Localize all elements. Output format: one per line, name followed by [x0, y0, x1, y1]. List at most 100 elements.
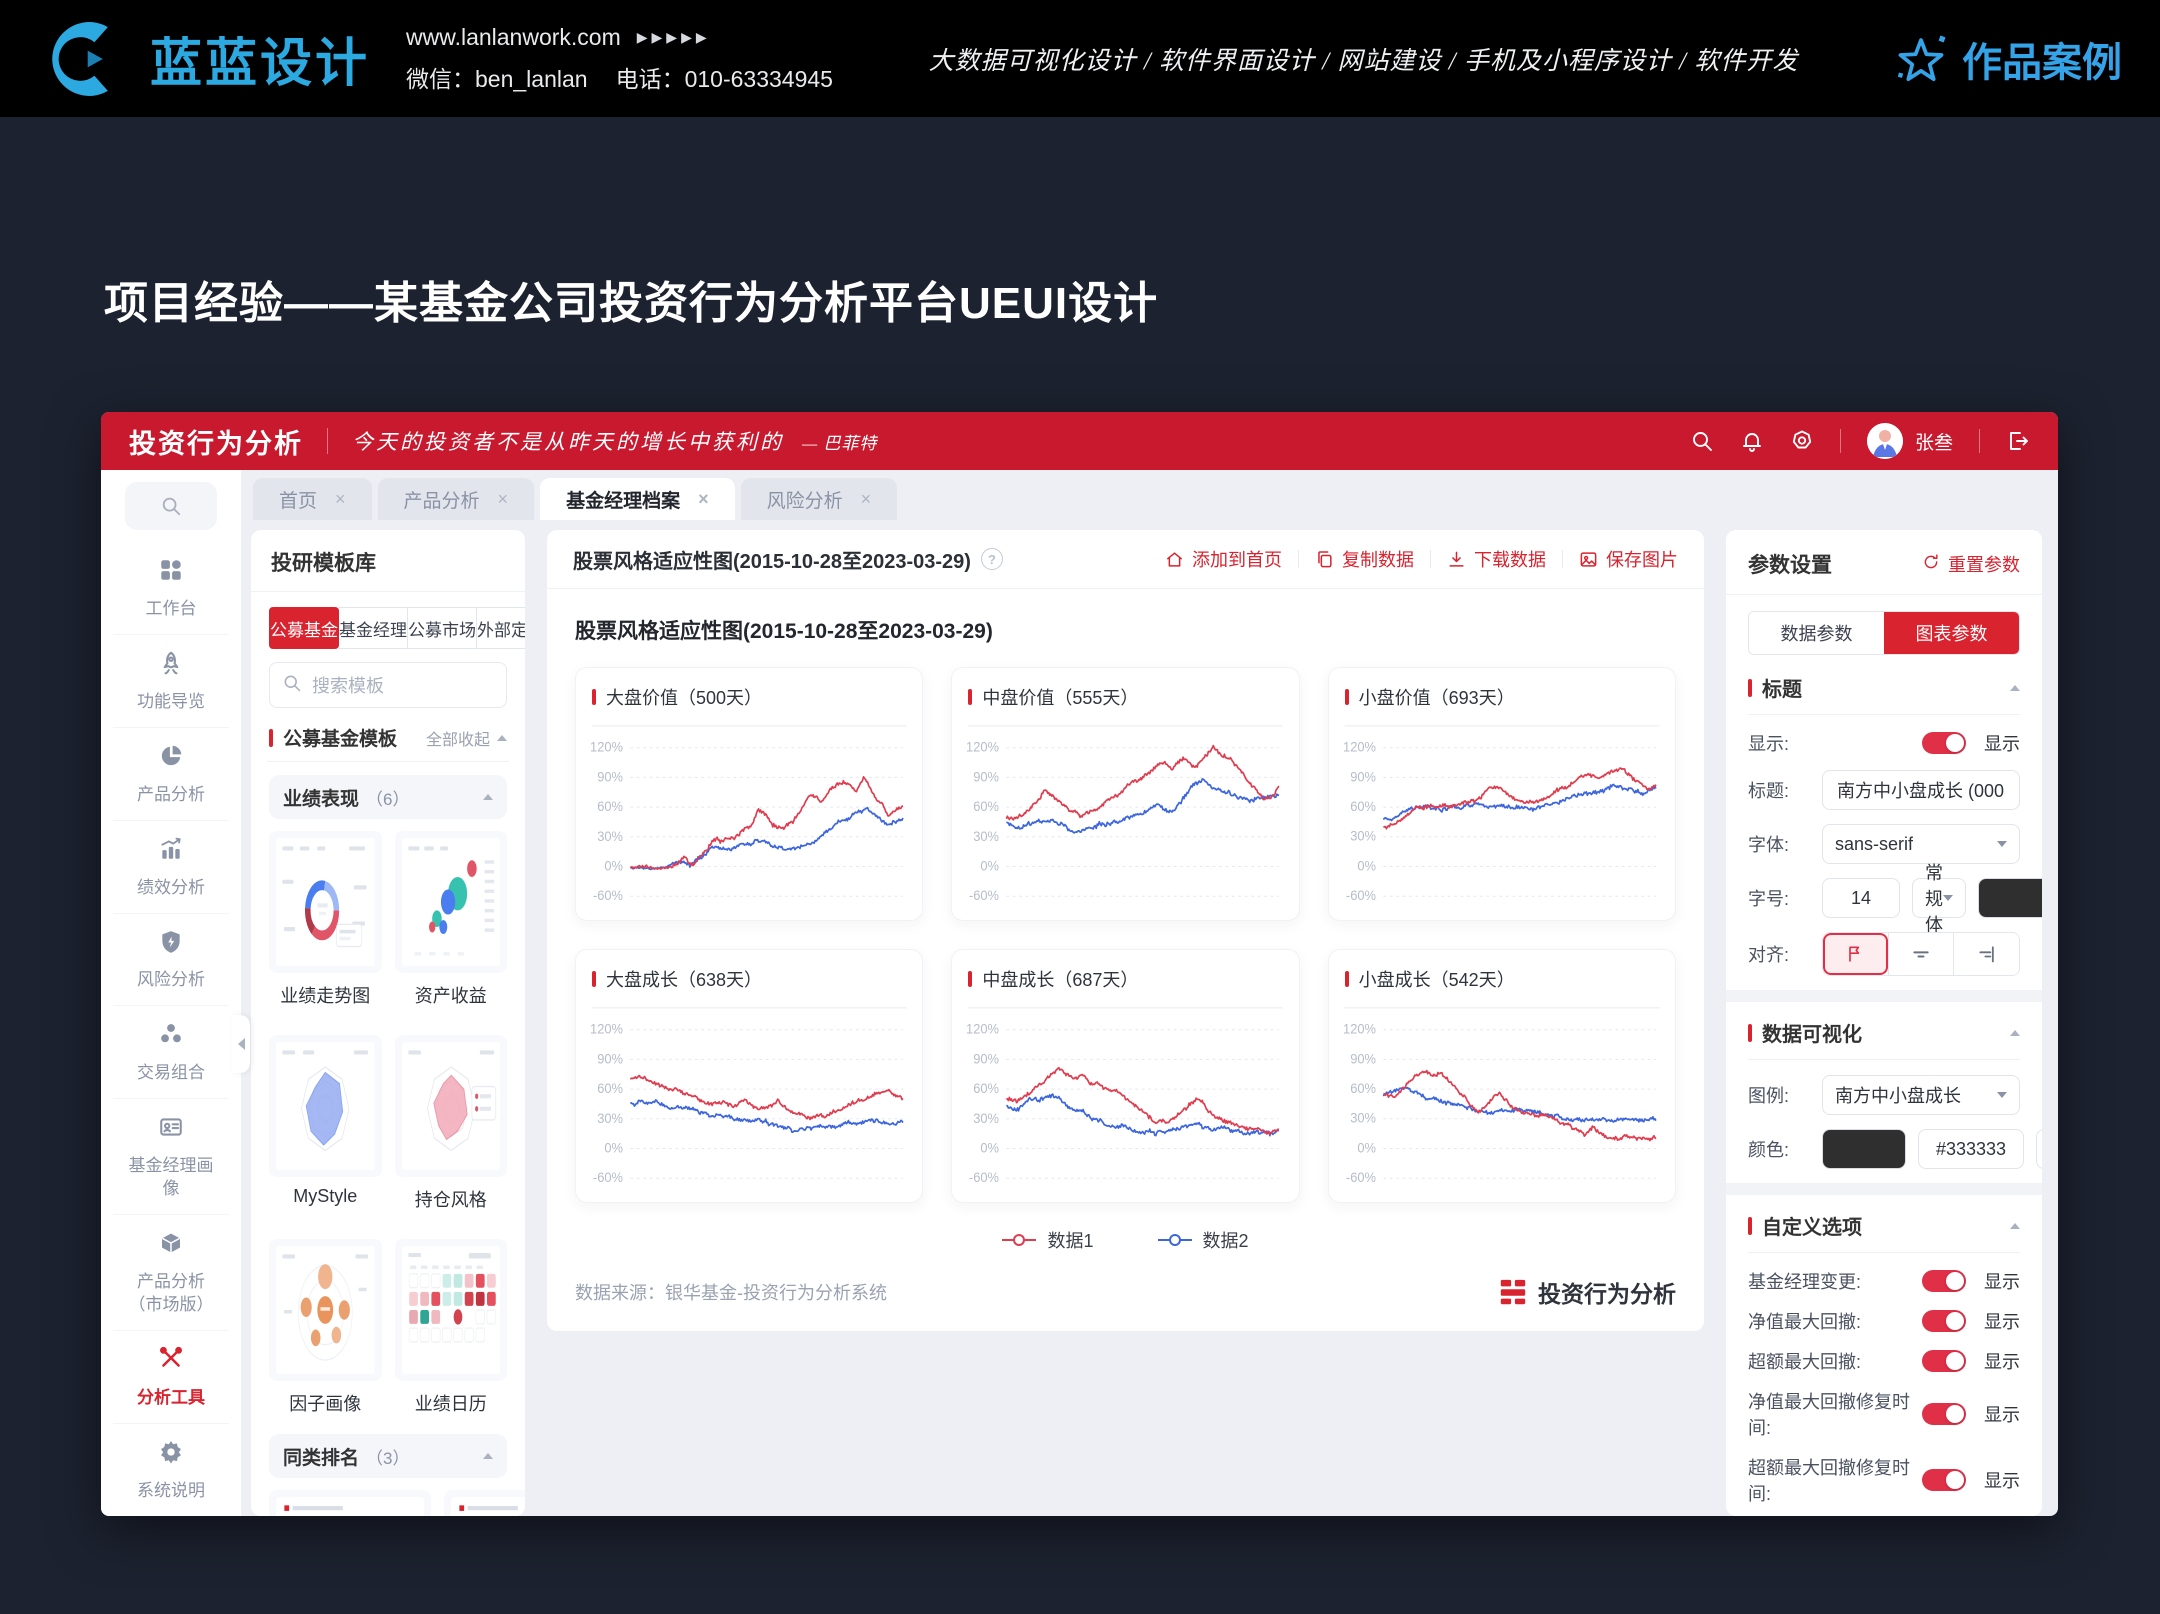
action-image-icon[interactable]: 保存图片	[1579, 546, 1678, 572]
data-source-note: 数据来源：银华基金-投资行为分析系统	[575, 1279, 887, 1305]
action-label: 复制数据	[1342, 546, 1414, 572]
brand-logo-icon	[1498, 1277, 1528, 1307]
font-size-field[interactable]: 14	[1822, 878, 1900, 918]
library-tab[interactable]: 基金经理	[338, 607, 408, 649]
user-menu[interactable]: 张叁	[1867, 423, 1953, 459]
template-thumbnail-table-thumb[interactable]	[269, 1490, 431, 1516]
svg-text:60%: 60%	[597, 799, 623, 815]
toggle-label: 超额最大回撤修复时间:	[1748, 1454, 1910, 1506]
svg-text:0%: 0%	[1357, 858, 1376, 874]
template-item: MyStyle	[269, 1035, 382, 1226]
site-url[interactable]: www.lanlanwork.com	[406, 24, 621, 51]
line-color-swatch[interactable]	[1822, 1129, 1906, 1169]
lanlan-logo-icon	[38, 17, 134, 101]
cube-icon	[158, 1230, 184, 1263]
title-show-toggle[interactable]	[1922, 732, 1966, 754]
site-logo[interactable]: 蓝蓝设计	[38, 17, 370, 101]
sidebar-item-基金经理画像[interactable]: 基金经理画像	[113, 1098, 229, 1214]
close-icon[interactable]: ×	[861, 489, 872, 510]
template-thumbnail-calendar-thumb[interactable]	[395, 1239, 508, 1381]
template-thumbnail-donut-thumb[interactable]	[269, 831, 382, 973]
grid-icon	[158, 557, 184, 590]
legend-select[interactable]: 南方中小盘成长	[1822, 1075, 2020, 1115]
font-weight-select[interactable]: 常规体	[1912, 878, 1966, 918]
chart-title-field[interactable]	[1822, 770, 2020, 810]
nav-tab[interactable]: 风险分析×	[741, 478, 898, 520]
action-copy-icon[interactable]: 复制数据	[1315, 546, 1414, 572]
sidebar-item-产品分析（市场版）[interactable]: 产品分析（市场版）	[113, 1214, 229, 1330]
svg-text:120%: 120%	[966, 1021, 999, 1037]
params-tab[interactable]: 图表参数	[1884, 612, 2019, 654]
sidebar-item-绩效分析[interactable]: 绩效分析	[113, 820, 229, 913]
nav-tab[interactable]: 基金经理档案×	[540, 478, 735, 520]
tools-icon	[158, 1346, 184, 1379]
template-thumbnail-radar-red-thumb[interactable]	[395, 1035, 508, 1177]
action-download-icon[interactable]: 下载数据	[1447, 546, 1546, 572]
chart-panel-title-text: 中盘成长（687天）	[982, 966, 1138, 992]
template-group-header[interactable]: 业绩表现（6）	[269, 775, 507, 819]
toggle-state: 显示	[1978, 1268, 2020, 1294]
logout-icon[interactable]	[2006, 429, 2030, 453]
library-tab[interactable]: 外部定制	[476, 607, 525, 649]
align-left-button[interactable]	[1823, 933, 1888, 975]
stroke-width-field[interactable]: 1.5px	[2036, 1129, 2042, 1169]
title-color-swatch[interactable]	[1978, 878, 2042, 918]
template-thumbnail-factor-thumb[interactable]	[269, 1239, 382, 1381]
toggle-switch[interactable]	[1922, 1469, 1966, 1491]
chart-panel-title-text: 大盘价值（500天）	[606, 684, 762, 710]
toggle-switch[interactable]	[1922, 1310, 1966, 1332]
svg-text:-60%: -60%	[593, 888, 623, 904]
template-thumbnail-bubble-thumb[interactable]	[395, 831, 508, 973]
close-icon[interactable]: ×	[498, 489, 509, 510]
app-topbar: 投资行为分析 今天的投资者不是从昨天的增长中获利的 — 巴菲特 张叁	[101, 412, 2058, 470]
chart-title-input[interactable]	[1835, 779, 2007, 802]
reset-params-button[interactable]: 重置参数	[1922, 551, 2020, 577]
toggle-switch[interactable]	[1922, 1403, 1966, 1425]
caret-up-icon[interactable]	[2010, 1223, 2020, 1229]
toggle-switch[interactable]	[1922, 1350, 1966, 1372]
template-group-header[interactable]: 同类排名（3）	[269, 1434, 507, 1478]
align-center-button[interactable]	[1888, 933, 1954, 975]
caret-up-icon[interactable]	[2010, 685, 2020, 691]
library-tab[interactable]: 公募基金	[269, 607, 339, 649]
portfolio-cases-link[interactable]: 作品案例	[1894, 30, 2122, 88]
close-icon[interactable]: ×	[698, 489, 709, 510]
params-tab[interactable]: 数据参数	[1749, 612, 1884, 654]
template-thumbnail-radar-blue-thumb[interactable]	[269, 1035, 382, 1177]
library-tab[interactable]: 公募市场	[407, 607, 477, 649]
sidebar-item-label: 产品分析	[137, 784, 205, 807]
sidebar-item-风险分析[interactable]: 风险分析	[113, 913, 229, 1006]
nav-tab[interactable]: 产品分析×	[378, 478, 535, 520]
action-home-icon[interactable]: 添加到首页	[1165, 546, 1282, 572]
sidebar-item-分析工具[interactable]: 分析工具	[113, 1330, 229, 1423]
nav-tab[interactable]: 首页×	[253, 478, 372, 520]
template-label: MyStyle	[269, 1186, 382, 1207]
color-hex-field[interactable]: #333333	[1918, 1129, 2024, 1169]
sidebar-item-功能导览[interactable]: 功能导览	[113, 634, 229, 727]
settings-icon[interactable]	[1790, 429, 1814, 453]
collapse-handle[interactable]	[232, 1015, 250, 1073]
caret-up-icon[interactable]	[2010, 1030, 2020, 1036]
line-chart: 120%90%60%30%0%-60%	[1341, 718, 1663, 916]
help-icon[interactable]: ?	[981, 548, 1003, 570]
line-chart: 120%90%60%30%0%-60%	[588, 1000, 910, 1198]
sidebar-item-交易组合[interactable]: 交易组合	[113, 1005, 229, 1098]
collapse-all-button[interactable]: 全部收起	[426, 726, 507, 750]
template-search-input[interactable]: 搜索模板	[269, 662, 507, 708]
sidebar-item-工作台[interactable]: 工作台	[113, 542, 229, 634]
site-logo-text: 蓝蓝设计	[150, 21, 370, 96]
toggle-switch[interactable]	[1922, 1270, 1966, 1292]
template-thumbnail-table-thumb[interactable]	[444, 1490, 525, 1516]
bell-icon[interactable]	[1740, 429, 1764, 453]
group-count: （6）	[366, 785, 409, 810]
sidebar-item-产品分析[interactable]: 产品分析	[113, 727, 229, 820]
font-select[interactable]: sans-serif	[1822, 824, 2020, 864]
search-icon[interactable]	[1690, 429, 1714, 453]
main-chart-card: 股票风格适应性图(2015-10-28至2023-03-29) ? 添加到首页复…	[547, 530, 1704, 1331]
close-icon[interactable]: ×	[335, 489, 346, 510]
align-right-button[interactable]	[1953, 933, 2019, 975]
sidebar-search[interactable]	[125, 482, 217, 530]
sidebar-item-系统说明[interactable]: 系统说明	[113, 1423, 229, 1516]
template-grid: 业绩走势图资产收益MyStyle持仓风格因子画像业绩日历	[269, 831, 507, 1430]
svg-text:-60%: -60%	[1346, 888, 1376, 904]
